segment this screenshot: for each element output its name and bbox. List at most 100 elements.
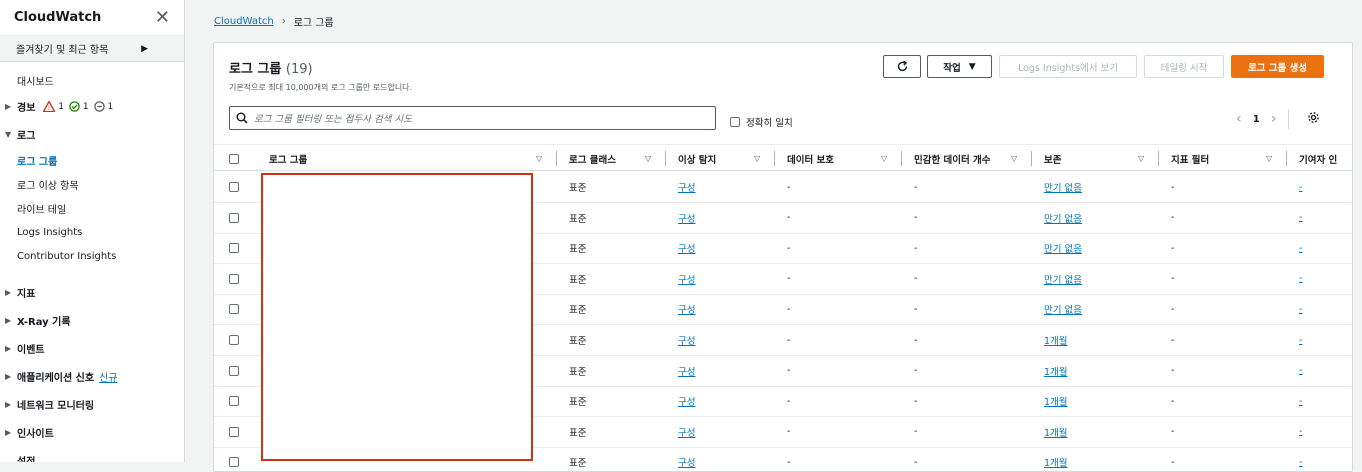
row-checkbox[interactable] (229, 396, 239, 407)
anomaly-detection-link[interactable]: 구성 (678, 180, 695, 194)
sidebar-header: CloudWatch ✕ (0, 0, 184, 36)
exact-match-label: 정확히 일치 (746, 118, 793, 129)
contributor-insights-link[interactable]: - (1299, 426, 1302, 437)
breadcrumb-cloudwatch-link[interactable]: CloudWatch (214, 16, 274, 27)
create-log-group-button[interactable]: 로그 그룹 생성 (1231, 55, 1324, 78)
anomaly-detection-link[interactable]: 구성 (678, 211, 695, 225)
anomaly-detection-link[interactable]: 구성 (678, 394, 695, 408)
sensitive-count-cell: - (914, 334, 918, 346)
gear-icon[interactable] (1307, 111, 1320, 124)
anomaly-detection-link[interactable]: 구성 (678, 241, 695, 255)
anomaly-detection-link[interactable]: 구성 (678, 272, 695, 286)
column-metric-filters[interactable]: 지표 필터 (1171, 145, 1209, 172)
exact-match-checkbox[interactable]: 정확히 일치 (730, 115, 793, 129)
sidebar-section-settings[interactable]: 설정 (0, 446, 184, 463)
chevron-right-icon[interactable]: › (1271, 111, 1277, 127)
favorites-toggle[interactable]: 즐겨찾기 및 최근 항목 ▶ (0, 36, 184, 62)
retention-link[interactable]: 만기 없음 (1044, 272, 1082, 286)
retention-link[interactable]: 만기 없음 (1044, 302, 1082, 316)
page-number[interactable]: 1 (1253, 114, 1260, 125)
contributor-insights-link[interactable]: - (1299, 457, 1302, 468)
row-checkbox[interactable] (229, 182, 239, 192)
sort-icon[interactable]: ▽ (645, 154, 651, 163)
sidebar-section-metrics[interactable]: ▶ 지표 (0, 278, 184, 306)
sidebar-section-insights[interactable]: ▶ 인사이트 (0, 418, 184, 446)
row-checkbox[interactable] (229, 457, 239, 468)
sort-icon[interactable]: ▽ (1138, 154, 1144, 163)
contributor-insights-link[interactable]: - (1299, 273, 1302, 284)
exact-match-box[interactable] (730, 117, 740, 127)
view-in-logs-insights-button[interactable]: Logs Insights에서 보기 (999, 55, 1137, 78)
insufficient-status[interactable]: 1 (93, 100, 113, 112)
close-icon[interactable]: ✕ (155, 8, 170, 27)
anomaly-detection-link[interactable]: 구성 (678, 302, 695, 316)
contributor-insights-link[interactable]: - (1299, 335, 1302, 346)
new-badge[interactable]: 신규 (99, 369, 117, 384)
search-input[interactable]: 로그 그룹 필터링 또는 접두사 검색 시도 (229, 106, 716, 130)
sidebar-section-events[interactable]: ▶ 이벤트 (0, 334, 184, 362)
row-checkbox[interactable] (229, 365, 239, 376)
alarm-status[interactable]: ! 1 (42, 99, 64, 112)
contributor-insights-link[interactable]: - (1299, 365, 1302, 376)
contributor-insights-link[interactable]: - (1299, 182, 1302, 193)
column-contributor-insights[interactable]: 기여자 인 (1299, 145, 1337, 172)
sidebar-section-xray[interactable]: ▶ X-Ray 기록 (0, 306, 184, 334)
anomaly-detection-link[interactable]: 구성 (678, 364, 695, 378)
retention-link[interactable]: 1개월 (1044, 425, 1068, 439)
log-class-cell: 표준 (569, 244, 587, 256)
retention-link[interactable]: 1개월 (1044, 333, 1068, 347)
sidebar-item-dashboards[interactable]: 대시보드 (0, 68, 184, 92)
sort-icon[interactable]: ▽ (536, 154, 542, 163)
row-checkbox[interactable] (229, 335, 239, 345)
contributor-insights-link[interactable]: - (1299, 304, 1302, 315)
contributor-insights-link[interactable]: - (1299, 396, 1302, 407)
sidebar-item-logs-insights[interactable]: Logs Insights (0, 220, 184, 244)
sort-icon[interactable]: ▽ (1266, 154, 1272, 163)
retention-link[interactable]: 1개월 (1044, 364, 1068, 378)
ok-status[interactable]: 1 (69, 100, 89, 112)
sensitive-count-cell: - (914, 273, 918, 285)
log-group-count: (19) (285, 62, 313, 77)
anomaly-detection-link[interactable]: 구성 (678, 333, 695, 347)
column-log-group[interactable]: 로그 그룹 (269, 145, 307, 172)
sidebar-item-contributor-insights[interactable]: Contributor Insights (0, 244, 184, 268)
column-retention[interactable]: 보존 (1044, 145, 1061, 172)
metric-filters-cell: - (1171, 426, 1175, 438)
contributor-insights-link[interactable]: - (1299, 243, 1302, 254)
actions-button[interactable]: 작업 ▼ (927, 55, 992, 78)
retention-link[interactable]: 1개월 (1044, 394, 1068, 408)
column-anomaly-detection[interactable]: 이상 탐지 (678, 145, 716, 172)
sidebar-section-network-monitoring[interactable]: ▶ 네트워크 모니터링 (0, 390, 184, 418)
contributor-insights-link[interactable]: - (1299, 212, 1302, 223)
retention-link[interactable]: 1개월 (1044, 455, 1068, 469)
sidebar-item-live-tail[interactable]: 라이브 테일 (0, 196, 184, 220)
retention-link[interactable]: 만기 없음 (1044, 180, 1082, 194)
sidebar-item-log-anomalies[interactable]: 로그 이상 항목 (0, 172, 184, 196)
column-sensitive-data-count[interactable]: 민감한 데이터 개수 (914, 145, 991, 172)
sidebar-section-application-signals[interactable]: ▶ 애플리케이션 신호 신규 (0, 362, 184, 390)
row-checkbox[interactable] (229, 304, 239, 315)
data-protection-cell: - (787, 303, 791, 315)
chevron-left-icon[interactable]: ‹ (1236, 111, 1242, 127)
data-protection-cell: - (787, 273, 791, 285)
sidebar-item-log-groups[interactable]: 로그 그룹 (0, 148, 184, 172)
sidebar-section-logs[interactable]: ▼ 로그 (0, 120, 184, 148)
refresh-button[interactable] (883, 55, 921, 78)
sidebar-section-alarms[interactable]: ▶ 경보 ! 1 1 1 (0, 92, 184, 120)
column-log-class[interactable]: 로그 클래스 (569, 145, 616, 172)
anomaly-detection-link[interactable]: 구성 (678, 425, 695, 439)
sort-icon[interactable]: ▽ (1011, 154, 1017, 163)
row-checkbox[interactable] (229, 273, 239, 284)
sort-icon[interactable]: ▽ (754, 154, 760, 163)
row-checkbox[interactable] (229, 212, 239, 223)
chevron-right-icon: › (281, 16, 286, 27)
sort-icon[interactable]: ▽ (881, 154, 887, 163)
row-checkbox[interactable] (229, 426, 239, 437)
select-all-checkbox[interactable] (229, 153, 239, 164)
retention-link[interactable]: 만기 없음 (1044, 211, 1082, 225)
anomaly-detection-link[interactable]: 구성 (678, 455, 695, 469)
retention-link[interactable]: 만기 없음 (1044, 241, 1082, 255)
start-tailing-button[interactable]: 테일링 시작 (1144, 55, 1224, 78)
row-checkbox[interactable] (229, 243, 239, 254)
column-data-protection[interactable]: 데이터 보호 (787, 145, 834, 172)
